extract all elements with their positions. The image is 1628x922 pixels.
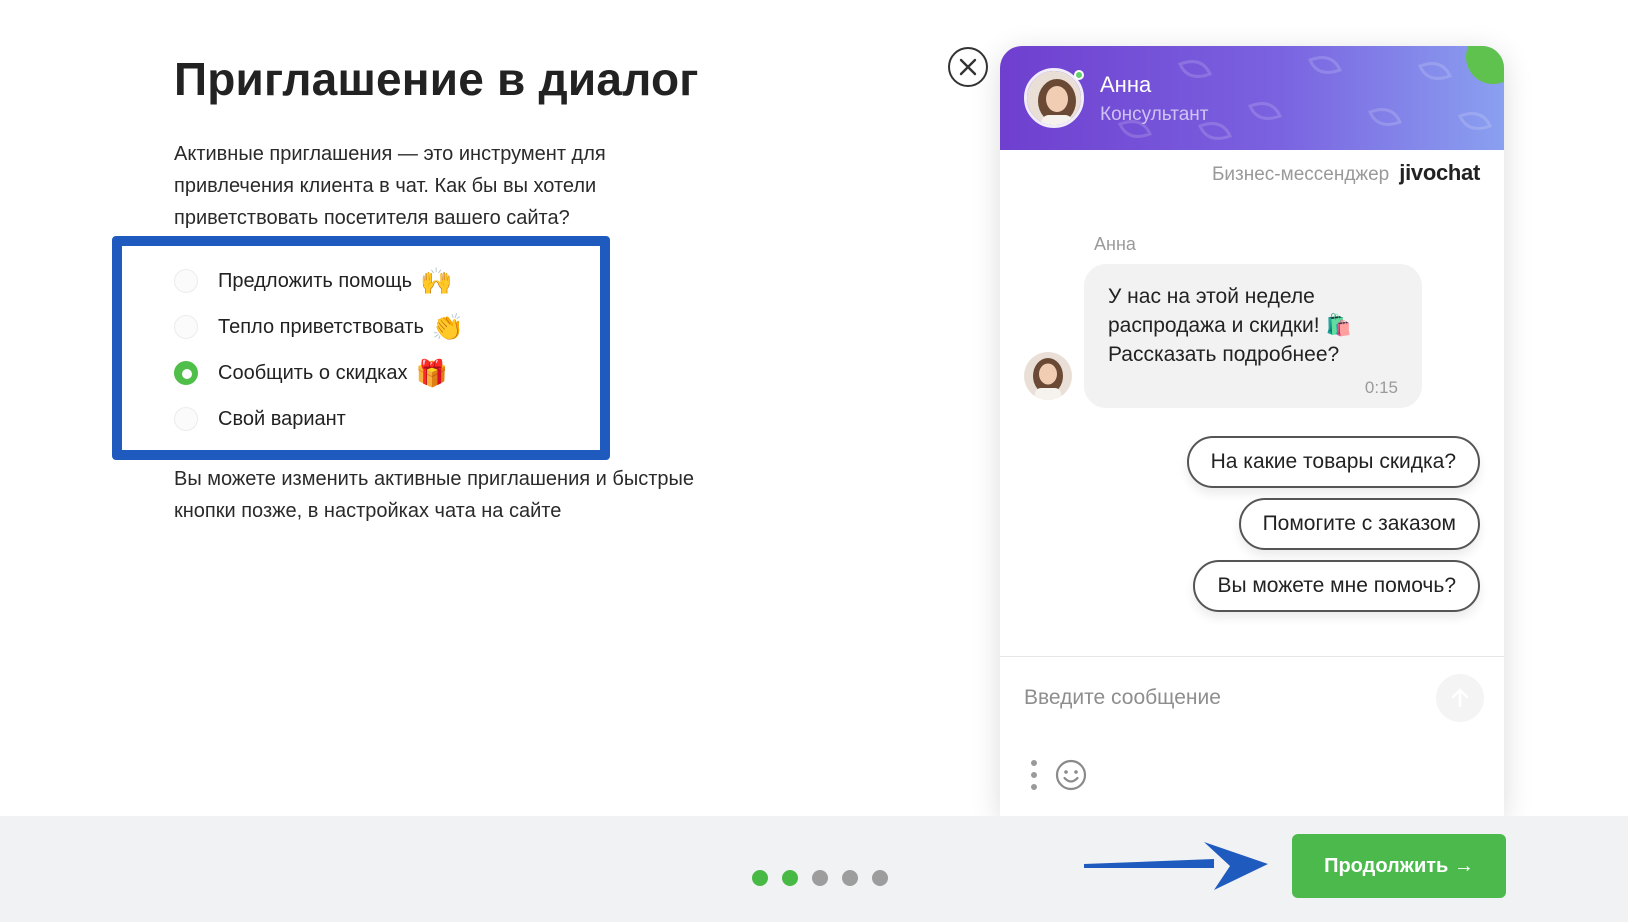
gift-icon: 🎁 — [415, 358, 448, 388]
chat-widget-preview: Анна Консультант Бизнес-мессенджер jivoc… — [1000, 46, 1504, 816]
option-warm-greeting[interactable]: Тепло приветствовать 👏 — [174, 304, 464, 350]
radio-button[interactable] — [174, 315, 198, 339]
progress-dot — [812, 870, 828, 886]
online-status-dot — [1074, 70, 1084, 80]
option-custom[interactable]: Свой вариант — [174, 396, 464, 442]
close-button[interactable] — [948, 47, 988, 87]
continue-button[interactable]: Продолжить → — [1292, 834, 1506, 898]
option-label: Тепло приветствовать — [218, 315, 424, 338]
message-line: У нас на этой неделе — [1108, 285, 1315, 308]
radio-button[interactable] — [174, 407, 198, 431]
progress-dot-active — [782, 870, 798, 886]
progress-dot — [872, 870, 888, 886]
progress-dot — [842, 870, 858, 886]
chat-header: Анна Консультант — [1000, 46, 1504, 150]
quick-reply-button[interactable]: Вы можете мне помочь? — [1193, 560, 1480, 612]
clapping-hands-icon: 👏 — [431, 312, 465, 342]
message-line: распродажа и скидки! 🛍️ — [1108, 314, 1352, 337]
message-time: 0:15 — [1364, 378, 1398, 397]
option-offer-help[interactable]: Предложить помощь 🙌 — [174, 258, 464, 304]
agent-name: Анна — [1100, 72, 1152, 97]
greeting-options: Предложить помощь 🙌 Тепло приветствовать… — [174, 258, 464, 442]
option-label: Сообщить о скидках — [218, 361, 408, 384]
option-label: Предложить помощь — [218, 269, 413, 292]
message-avatar — [1024, 352, 1072, 400]
quick-reply-button[interactable]: На какие товары скидка? — [1186, 436, 1480, 488]
message-bubble: У нас на этой неделе распродажа и скидки… — [1084, 264, 1422, 408]
radio-button-checked[interactable] — [174, 361, 198, 385]
send-button[interactable] — [1436, 674, 1484, 722]
more-vertical-icon[interactable] — [1028, 758, 1040, 792]
input-divider — [1000, 656, 1504, 657]
brand-row: Бизнес-мессенджер jivochat — [1212, 160, 1480, 186]
jivochat-logo: jivochat — [1399, 160, 1480, 185]
page-title: Приглашение в диалог — [174, 53, 699, 105]
quick-reply-button[interactable]: Помогите с заказом — [1238, 498, 1480, 550]
settings-note: Вы можете изменить активные приглашения … — [174, 468, 694, 522]
annotation-arrow-icon — [1084, 842, 1268, 890]
radio-button[interactable] — [174, 269, 198, 293]
option-label: Свой вариант — [218, 407, 346, 430]
smile-icon[interactable] — [1054, 758, 1088, 792]
message-input[interactable] — [1024, 680, 1424, 716]
progress-dots — [752, 870, 888, 886]
close-icon — [959, 58, 977, 76]
message-line: Рассказать подробнее? — [1108, 343, 1340, 366]
raised-hands-icon: 🙌 — [420, 266, 453, 296]
brand-text: Бизнес-мессенджер — [1211, 164, 1390, 185]
message-sender: Анна — [1094, 234, 1136, 254]
option-discounts[interactable]: Сообщить о скидках 🎁 — [174, 350, 464, 396]
send-icon — [1451, 688, 1469, 708]
intro-text: Активные приглашения — это инструмент дл… — [174, 143, 606, 229]
agent-role: Консультант — [1100, 104, 1209, 125]
footer-bar: Продолжить → — [0, 816, 1628, 922]
progress-dot-active — [752, 870, 768, 886]
